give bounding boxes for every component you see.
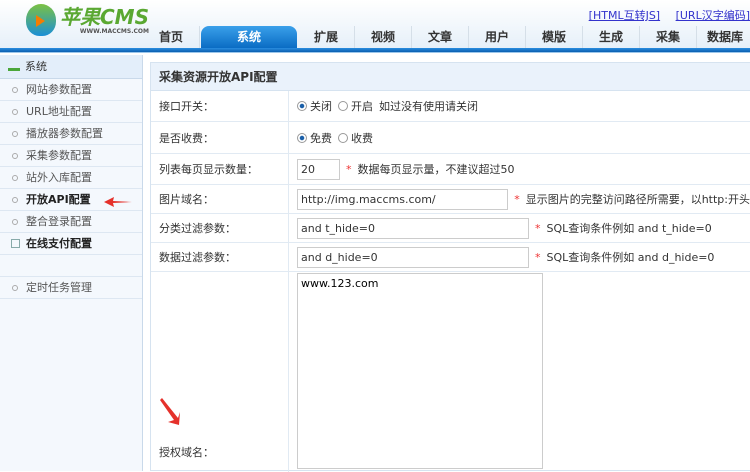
data-filter-input[interactable] <box>297 246 529 268</box>
sitemap-icon <box>8 62 20 71</box>
sidebar-item-label: 站外入库配置 <box>26 170 92 184</box>
sidebar-item-label: 在线支付配置 <box>26 236 92 250</box>
logo-text: 苹果CMS <box>60 4 149 29</box>
red-arrow-annotation <box>160 398 180 426</box>
sidebar-item-player-config[interactable]: 播放器参数配置 <box>0 123 142 145</box>
tab-generate[interactable]: 生成 <box>583 26 640 48</box>
bullet-icon <box>12 152 18 159</box>
authdomain-row: 授权域名： www.123.com <box>151 272 750 472</box>
radio-label: 收费 <box>351 131 373 145</box>
switch-on-radio[interactable] <box>338 101 348 111</box>
sidebar-item-label: URL地址配置 <box>26 104 92 118</box>
hint-text: 如过没有使用请关闭 <box>379 100 478 113</box>
field-label: 列表每页显示数量： <box>151 154 289 184</box>
tab-template[interactable]: 模版 <box>526 26 583 48</box>
field-label: 授权域名： <box>151 272 289 472</box>
bullet-icon <box>12 86 18 93</box>
apple-logo-icon <box>26 4 56 36</box>
tab-article[interactable]: 文章 <box>412 26 469 48</box>
logo-url: WWW.MACCMS.COM <box>79 27 149 35</box>
free-radio[interactable] <box>297 132 307 143</box>
bullet-icon <box>12 130 18 137</box>
panel-title: 采集资源开放API配置 <box>151 63 750 91</box>
field-label: 分类过滤参数： <box>151 214 289 242</box>
sidebar-item-label: 网站参数配置 <box>26 82 92 96</box>
paid-radio[interactable] <box>338 132 348 143</box>
sidebar-item-label: 定时任务管理 <box>26 280 92 294</box>
tab-system[interactable]: 系统 <box>201 26 297 48</box>
sidebar-item-label: 播放器参数配置 <box>26 126 103 140</box>
field-label: 数据过滤参数： <box>151 243 289 271</box>
sidebar-item-cron[interactable]: 定时任务管理 <box>0 277 142 299</box>
sidebar-item-login-config[interactable]: 整合登录配置 <box>0 211 142 233</box>
sidebar-item-url-config[interactable]: URL地址配置 <box>0 101 142 123</box>
tab-database[interactable]: 数据库 <box>697 26 750 48</box>
datafilter-row: 数据过滤参数： *SQL查询条件例如 and d_hide=0 <box>151 243 750 272</box>
hint-text: SQL查询条件例如 and d_hide=0 <box>546 251 715 264</box>
image-domain-input[interactable] <box>297 188 509 210</box>
sidebar-item-label: 开放API配置 <box>26 192 91 206</box>
bullet-icon <box>12 284 18 291</box>
sidebar-item-payment-config[interactable]: 在线支付配置 <box>0 233 142 255</box>
sidebar-item-collect-config[interactable]: 采集参数配置 <box>0 145 142 167</box>
main-tabs: 首页 系统 扩展 视频 文章 用户 模版 生成 采集 数据库 <box>143 26 750 48</box>
external-link-icon <box>11 239 20 248</box>
field-label: 是否收费： <box>151 122 289 153</box>
bullet-icon <box>12 108 18 115</box>
radio-label: 开启 <box>351 100 373 113</box>
tab-user[interactable]: 用户 <box>469 26 526 48</box>
charge-row: 是否收费： 免费 收费 <box>151 122 750 154</box>
header-divider <box>0 48 750 53</box>
sidebar-item-site-config[interactable]: 网站参数配置 <box>0 79 142 101</box>
sidebar: 系统 网站参数配置 URL地址配置 播放器参数配置 采集参数配置 站外入库配置 … <box>0 55 143 471</box>
pagesize-row: 列表每页显示数量： *数据每页显示量，不建议超过50 <box>151 154 750 185</box>
field-label: 图片域名： <box>151 185 289 213</box>
switch-row: 接口开关： 关闭 开启 如过没有使用请关闭 <box>151 91 750 122</box>
url-encode-link[interactable]: [URL汉字编码] <box>676 9 750 22</box>
tab-collect[interactable]: 采集 <box>640 26 697 48</box>
hint-text: 显示图片的完整访问路径所需要，以http:开头 <box>525 193 750 206</box>
bullet-icon <box>12 174 18 181</box>
bullet-icon <box>12 218 18 225</box>
html-to-js-link[interactable]: [HTML互转JS] <box>589 9 660 22</box>
sidebar-item-import-config[interactable]: 站外入库配置 <box>0 167 142 189</box>
tab-extend[interactable]: 扩展 <box>298 26 355 48</box>
sidebar-item-label: 采集参数配置 <box>26 148 92 162</box>
sidebar-title: 系统 <box>25 59 47 73</box>
sidebar-header: 系统 <box>0 55 142 79</box>
sidebar-item-label: 整合登录配置 <box>26 214 92 228</box>
radio-label: 免费 <box>310 131 332 145</box>
auth-domain-textarea[interactable]: www.123.com <box>297 273 543 469</box>
switch-off-radio[interactable] <box>297 101 307 111</box>
pagesize-input[interactable] <box>297 158 340 180</box>
imgdomain-row: 图片域名： *显示图片的完整访问路径所需要，以http:开头 <box>151 185 750 214</box>
tab-home[interactable]: 首页 <box>143 26 200 48</box>
radio-label: 关闭 <box>310 100 332 113</box>
tab-video[interactable]: 视频 <box>355 26 412 48</box>
bullet-icon <box>12 196 18 203</box>
hint-text: SQL查询条件例如 and t_hide=0 <box>546 222 712 235</box>
hint-text: 数据每页显示量，不建议超过50 <box>357 163 515 176</box>
field-label: 接口开关： <box>151 91 289 121</box>
type-filter-input[interactable] <box>297 217 529 239</box>
api-config-panel: 采集资源开放API配置 接口开关： 关闭 开启 如过没有使用请关闭 是否收费： 免费… <box>150 62 750 472</box>
red-arrow-annotation <box>104 196 132 208</box>
logo[interactable]: 苹果CMS WWW.MACCMS.COM <box>26 4 149 36</box>
sidebar-spacer <box>0 255 142 277</box>
typefilter-row: 分类过滤参数： *SQL查询条件例如 and t_hide=0 <box>151 214 750 243</box>
header: 苹果CMS WWW.MACCMS.COM [HTML互转JS] [URL汉字编码]… <box>0 0 750 48</box>
